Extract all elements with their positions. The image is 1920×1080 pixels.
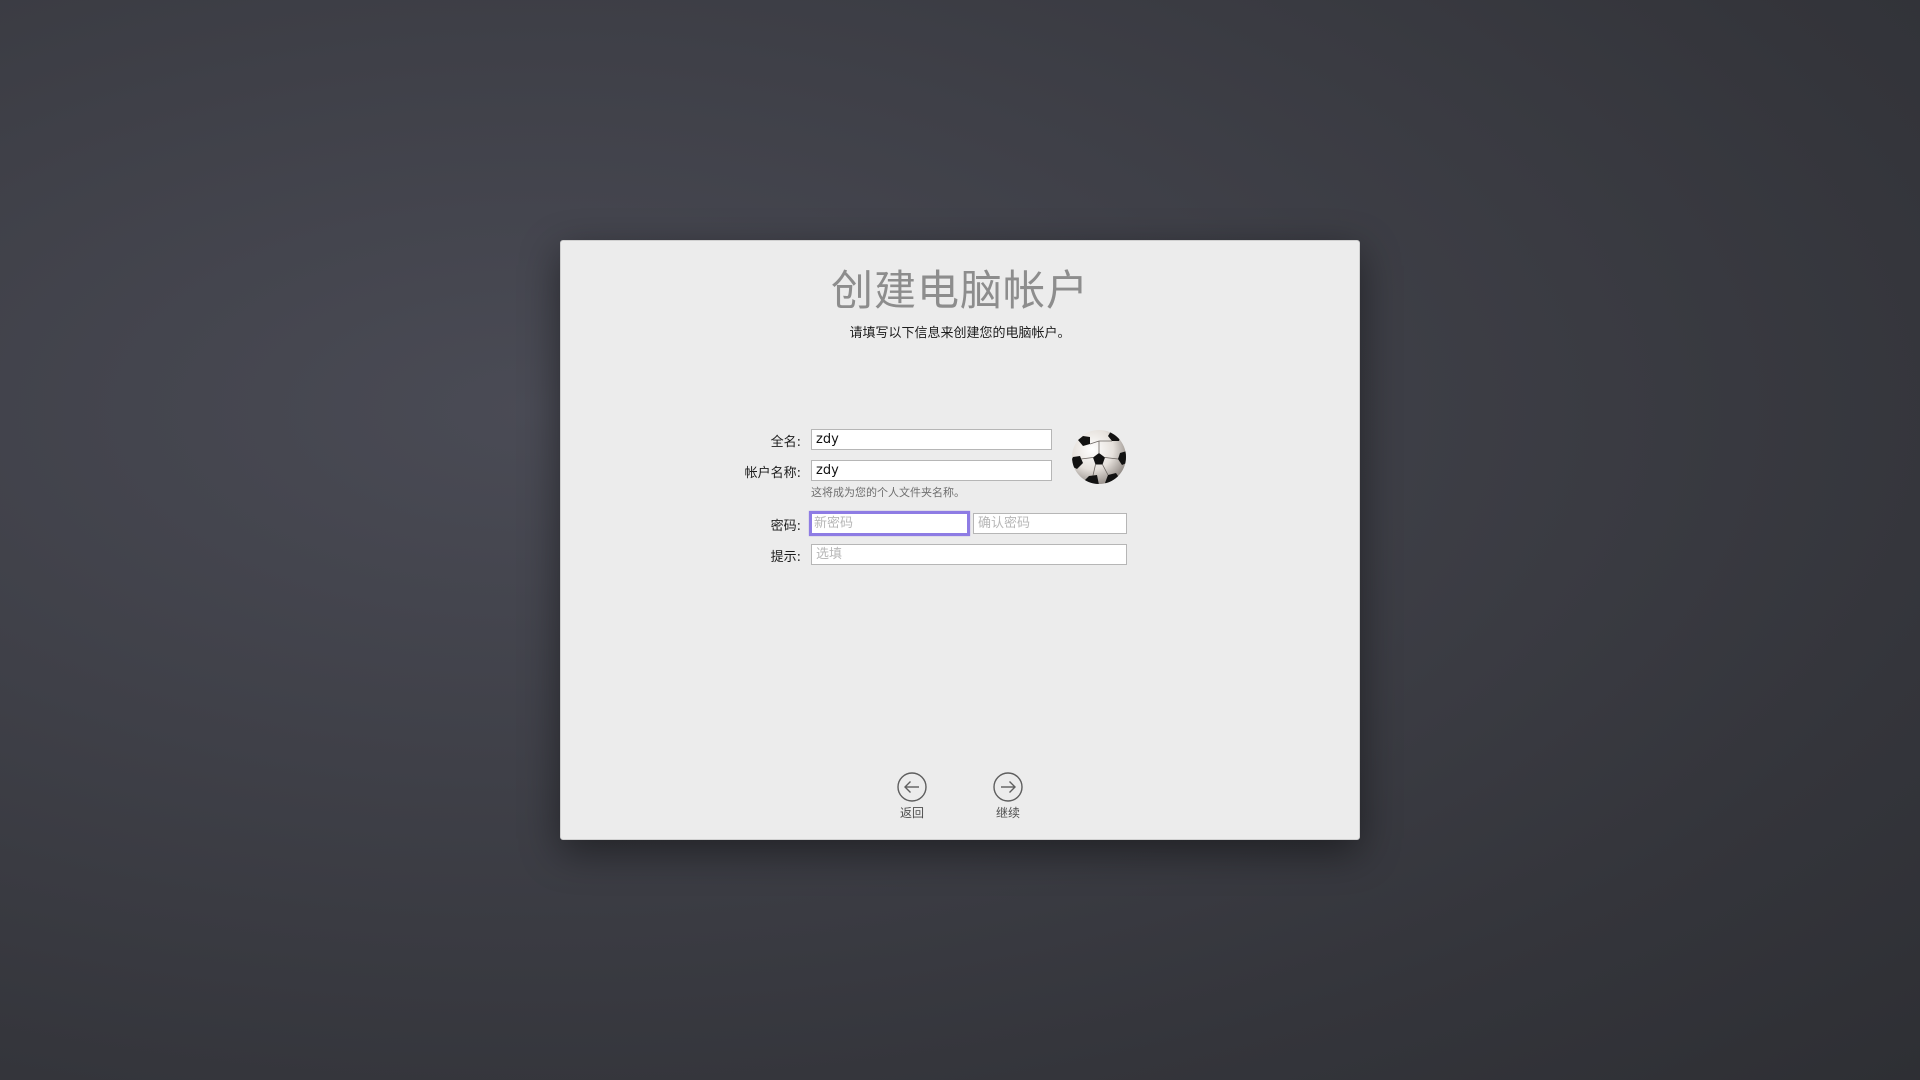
soccer-ball-icon xyxy=(1072,430,1126,484)
continue-button[interactable]: 继续 xyxy=(973,771,1043,821)
hint-field[interactable] xyxy=(811,544,1127,565)
account-name-note: 这将成为您的个人文件夹名称。 xyxy=(811,486,965,499)
full-name-field[interactable] xyxy=(811,429,1052,450)
account-name-label: 帐户名称: xyxy=(744,466,801,481)
back-button[interactable]: 返回 xyxy=(877,771,947,821)
create-account-dialog: 创建电脑帐户 请填写以下信息来创建您的电脑帐户。 全名: 帐户名称: 这将成为您… xyxy=(560,240,1360,840)
forward-arrow-icon xyxy=(993,772,1023,802)
account-name-field[interactable] xyxy=(811,460,1052,481)
avatar[interactable] xyxy=(1071,429,1127,485)
full-name-label: 全名: xyxy=(770,435,801,450)
back-button-label: 返回 xyxy=(899,806,924,820)
confirm-password-field[interactable] xyxy=(973,513,1127,534)
continue-button-label: 继续 xyxy=(995,806,1020,820)
page-title: 创建电脑帐户 xyxy=(830,266,1089,315)
password-label: 密码: xyxy=(770,519,801,534)
new-password-field[interactable] xyxy=(809,511,970,536)
back-arrow-icon xyxy=(897,772,927,802)
hint-label: 提示: xyxy=(770,550,801,565)
page-subtitle: 请填写以下信息来创建您的电脑帐户。 xyxy=(849,326,1071,341)
